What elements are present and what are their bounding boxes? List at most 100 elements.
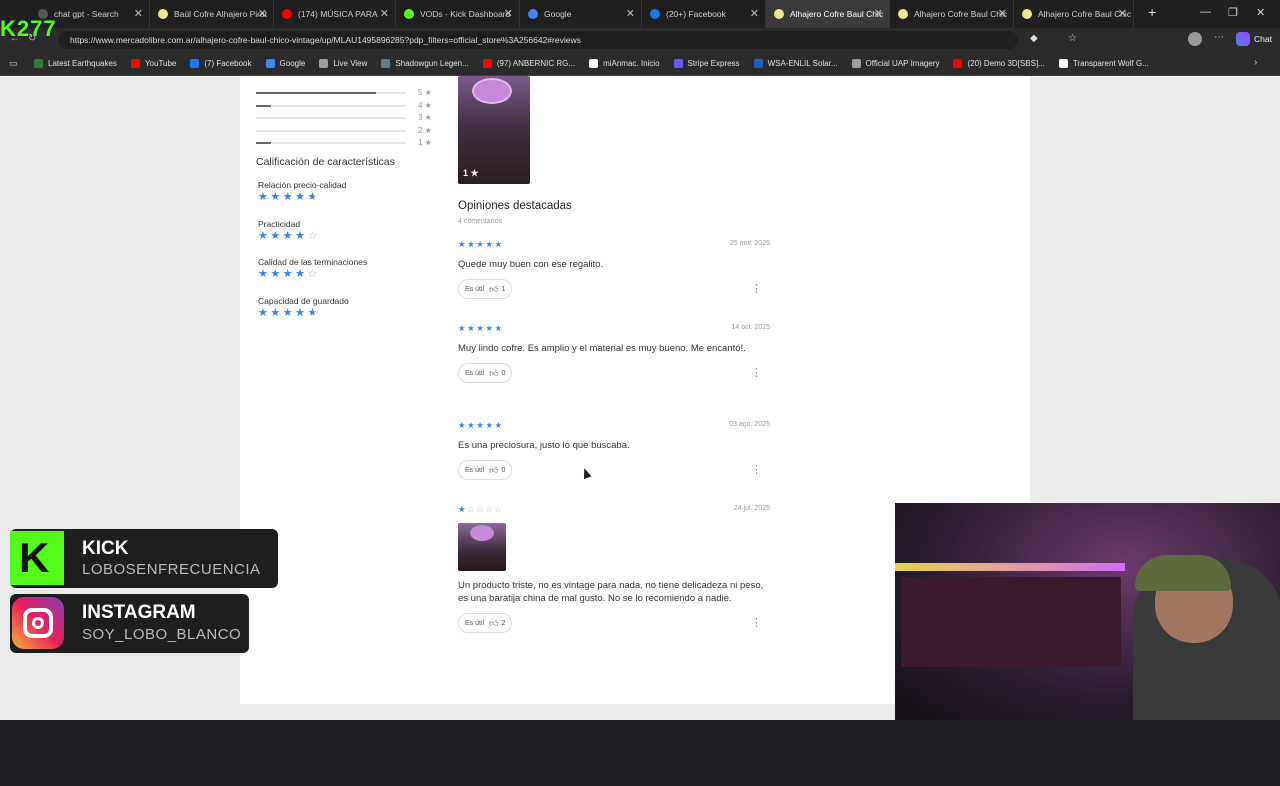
chat-label[interactable]: Chat [1254, 34, 1272, 44]
bookmark-item[interactable]: Shadowgun Legen... [381, 59, 469, 68]
review-text: Es una preciosura, justo lo que buscaba. [458, 440, 630, 451]
kick-logo-icon: K [10, 531, 64, 585]
close-tab-icon[interactable]: ✕ [1118, 7, 1127, 20]
bookmark-item[interactable]: Google [265, 59, 306, 68]
bookmark-item[interactable]: Live View [319, 59, 367, 68]
close-tab-icon[interactable]: ✕ [380, 7, 389, 20]
bookmark-item[interactable]: miAnmac. Inicio [589, 59, 660, 68]
bookmark-favicon-icon [673, 59, 683, 68]
close-tab-icon[interactable]: ✕ [504, 7, 513, 20]
instagram-logo-icon [12, 597, 64, 649]
browser-tab[interactable]: (174) MÚSICA PARA ✕ [274, 0, 396, 28]
bookmark-favicon-icon [1058, 59, 1068, 68]
bookmark-favicon-icon [953, 59, 963, 68]
star-full-icon: ★ [458, 504, 468, 514]
more-options-icon[interactable]: ⋮ [751, 616, 762, 629]
bookmark-item[interactable]: YouTube [130, 59, 177, 68]
browser-tab[interactable]: Google ✕ [520, 0, 642, 28]
bookmark-item[interactable]: (97) ANBERNIC RG... [482, 59, 576, 68]
star-full-icon: ★ [485, 323, 495, 333]
star-empty-icon: ☆ [476, 504, 486, 514]
opinions-count: 4 comentarios [458, 218, 502, 225]
more-options-icon[interactable]: ⋮ [751, 282, 762, 295]
star-full-icon: ★ [476, 323, 486, 333]
browser-tab[interactable]: Alhajero Cofre Baul Chic ✕ [766, 0, 890, 28]
bookmark-favicon-icon [319, 59, 329, 68]
minimize-button[interactable]: — [1200, 6, 1211, 18]
browser-tab[interactable]: Baúl Cofre Alhajero Pirat ✕ [150, 0, 274, 28]
browser-tab[interactable]: VODs - Kick Dashboard ✕ [396, 0, 520, 28]
bookmark-item[interactable]: WSA-ENLIL Solar... [753, 59, 838, 68]
star-full-icon: ★ [494, 323, 504, 333]
url-field[interactable]: https://www.mercadolibre.com.ar/alhajero… [58, 31, 1018, 49]
histogram-bar [256, 142, 406, 144]
helpful-button[interactable]: Es útil 👍︎ 1 [458, 279, 513, 299]
review-photo-thumbnail[interactable]: 1 ★ [458, 76, 530, 184]
feature-name: Practicidad [258, 219, 301, 229]
rating-histogram: 5 ★ 4 ★ 3 ★ 2 ★ 1 ★ [256, 88, 436, 151]
close-tab-icon[interactable]: ✕ [874, 7, 883, 20]
bookmark-item[interactable]: Stripe Express [673, 59, 740, 68]
review-item: ★★★★★ 14 oct. 2025 Muy lindo cofre. Es amp… [458, 323, 770, 383]
star-full-icon: ★ [467, 239, 477, 249]
feature-stars: ★★★★☆ [258, 267, 367, 280]
review-photo[interactable] [458, 523, 506, 571]
histogram-row: 2 ★ [256, 126, 436, 139]
browser-tab[interactable]: Alhajero Cofre Baul Chic ✕ [890, 0, 1014, 28]
review-stars: ★☆☆☆☆ [458, 504, 770, 515]
photo-rating-badge: 1 ★ [463, 168, 479, 178]
sidebar-toggle-icon[interactable]: ▭ [9, 58, 18, 69]
feature-rating: Practicidad ★★★★☆ [258, 219, 320, 242]
bookmark-label: Latest Earthquakes [48, 59, 117, 68]
thumbs-up-icon: 👍︎ [489, 617, 499, 628]
profile-avatar[interactable] [1188, 32, 1202, 46]
bookmark-favicon-icon [130, 59, 140, 68]
bookmark-item[interactable]: (7) Facebook [190, 59, 252, 68]
close-window-button[interactable]: ✕ [1256, 6, 1265, 19]
feature-name: Calidad de las terminaciones [258, 257, 368, 267]
bookmark-label: Google [279, 59, 306, 68]
close-tab-icon[interactable]: ✕ [134, 7, 143, 20]
bookmark-label: Stripe Express [687, 59, 740, 68]
more-options-icon[interactable]: ⋮ [751, 463, 762, 476]
browser-tab[interactable]: Alhajero Cofre Baul Chic ✕ [1014, 0, 1134, 28]
close-tab-icon[interactable]: ✕ [750, 7, 759, 20]
bookmark-label: (7) Facebook [204, 59, 252, 68]
star-empty-icon: ☆ [485, 504, 495, 514]
bookmark-label: Transparent Wolf G... [1072, 59, 1149, 68]
star-half-icon: ★ [307, 191, 320, 203]
extensions-icon[interactable]: ◆ [1030, 33, 1038, 44]
maximize-button[interactable]: ❐ [1228, 6, 1238, 19]
browser-tab[interactable]: (20+) Facebook ✕ [642, 0, 766, 28]
close-tab-icon[interactable]: ✕ [258, 7, 267, 20]
close-tab-icon[interactable]: ✕ [998, 7, 1007, 20]
copilot-icon[interactable] [1236, 32, 1250, 46]
bookmark-label: YouTube [144, 59, 177, 68]
review-stars: ★★★★★ [458, 323, 770, 334]
bookmark-item[interactable]: Latest Earthquakes [34, 59, 117, 68]
favorite-star-icon[interactable]: ☆ [1068, 33, 1077, 44]
review-date: 14 oct. 2025 [731, 324, 770, 331]
bookmark-item[interactable]: Official UAP Imagery [851, 59, 939, 68]
feature-stars: ★★★★☆ [258, 229, 320, 242]
helpful-button[interactable]: Es útil 👍︎ 0 [458, 460, 513, 480]
tab-favicon-icon [528, 9, 538, 19]
close-tab-icon[interactable]: ✕ [626, 7, 635, 20]
bookmark-item[interactable]: (20) Demo 3D[SBS]... [953, 59, 1045, 68]
helpful-button[interactable]: Es útil 👍︎ 2 [458, 613, 513, 633]
helpful-button[interactable]: Es útil 👍︎ 0 [458, 363, 513, 383]
histogram-label: 3 ★ [418, 113, 432, 122]
histogram-fill [256, 142, 271, 144]
menu-icon[interactable]: ⋯ [1214, 32, 1224, 43]
more-options-icon[interactable]: ⋮ [751, 366, 762, 379]
bookmarks-overflow-icon[interactable]: › [1254, 57, 1257, 68]
helpful-count: 2 [501, 619, 506, 627]
histogram-bar [256, 117, 406, 119]
histogram-label: 4 ★ [418, 101, 432, 110]
bookmark-label: (97) ANBERNIC RG... [496, 59, 576, 68]
star-full-icon: ★ [494, 420, 504, 430]
star-icon: ★ [422, 138, 432, 147]
star-empty-icon: ☆ [467, 504, 477, 514]
new-tab-button[interactable]: + [1148, 4, 1156, 20]
bookmark-item[interactable]: Transparent Wolf G... [1058, 59, 1149, 68]
